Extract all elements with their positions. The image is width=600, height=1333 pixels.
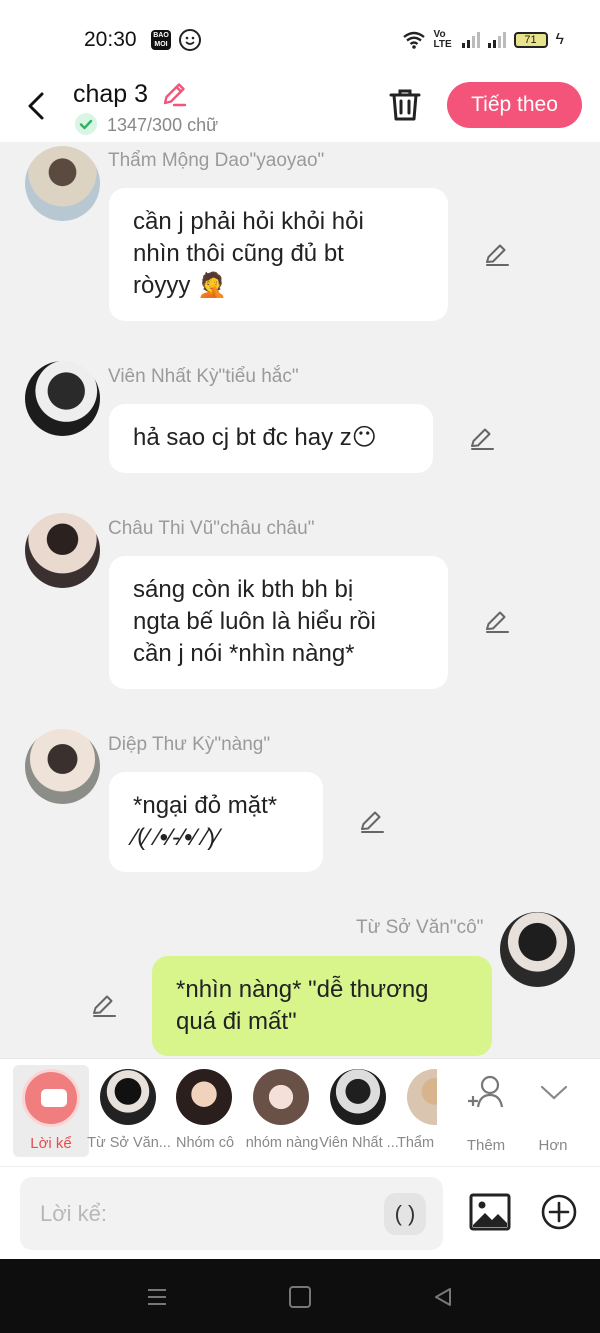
battery-icon: 71 [513,32,548,48]
message-line: sáng còn ik bth bh bị [133,576,354,603]
message-line: ngta bế luôn là hiểu rồi [133,608,376,635]
edit-message-icon[interactable] [468,425,496,453]
chat-area[interactable]: Thẩm Mộng Dao"yaoyao" cần j phải hỏi khỏ… [0,142,600,1058]
message-line: cần j phải hỏi khỏi hỏi [133,208,364,235]
message-bubble[interactable]: *ngại đỏ mặt* ⁄(⁄ ⁄•⁄-⁄•⁄ ⁄)⁄ [109,772,323,872]
sender-name: Diệp Thư Kỳ"nàng" [108,734,271,755]
word-count: 1347/300 chữ [107,115,219,135]
sender-name: Thẩm Mộng Dao"yaoyao" [108,150,325,171]
smile-icon [179,29,201,51]
narration-tab[interactable]: Lời kể [13,1065,89,1157]
message-line: hả sao cj bt đc hay z😶 [133,424,377,451]
menu-icon[interactable] [146,1286,168,1308]
edit-message-icon[interactable] [358,808,386,836]
character-item[interactable]: Viên Nhất ... [319,1067,399,1159]
message-line: *ngại đỏ mặt* [133,792,278,819]
character-item[interactable]: nhóm nàng [243,1067,321,1159]
message-bubble[interactable]: sáng còn ik bth bh bị ngta bế luôn là hi… [109,556,448,689]
add-label: Thêm [466,1137,506,1154]
character-avatar [176,1069,232,1125]
chevron-down-icon [540,1085,568,1100]
edit-message-icon[interactable] [483,241,511,269]
sender-name: Viên Nhất Kỳ"tiểu hắc" [108,366,299,387]
message-line: quá đi mất" [176,1008,297,1035]
check-icon [75,113,97,135]
edit-message-icon[interactable] [90,992,118,1020]
message-line: *nhìn nàng* "dễ thương [176,976,429,1003]
more-label: Hơn [538,1137,568,1154]
character-item[interactable]: Từ Sở Văn... [87,1067,171,1159]
avatar[interactable] [25,361,100,436]
volte-icon: Vo LTE [433,29,452,50]
message-line: ròyyy 🤦 [133,272,227,299]
avatar[interactable] [25,729,100,804]
editor-header: chap 3 1347/300 chữ Tiếp theo [0,80,600,142]
image-icon[interactable] [469,1193,511,1231]
status-bar: 20:30 BAO MOI Vo LTE 71 ϟ [0,0,600,80]
next-button[interactable]: Tiếp theo [447,82,582,128]
narration-icon [22,1069,80,1127]
signal-icon-2 [487,32,506,48]
input-bar: ( ) [0,1166,600,1259]
character-avatar [100,1069,156,1125]
parentheses-button[interactable]: ( ) [384,1193,426,1235]
message-bubble[interactable]: *nhìn nàng* "dễ thương quá đi mất" [152,956,492,1056]
character-name: Viên Nhất ... [319,1135,399,1151]
character-item[interactable]: Nhóm cô [166,1067,244,1159]
character-avatar [330,1069,386,1125]
avatar[interactable] [25,513,100,588]
message-bubble[interactable]: cần j phải hỏi khỏi hỏi nhìn thôi cũng đ… [109,188,448,321]
add-user-icon [468,1075,504,1108]
character-name: Từ Sở Văn... [87,1135,171,1151]
character-avatar [407,1069,437,1125]
home-icon[interactable] [289,1286,311,1308]
nav-back-icon[interactable] [432,1286,454,1308]
sender-name: Từ Sở Văn"cô" [356,917,484,938]
message-line: ⁄(⁄ ⁄•⁄-⁄•⁄ ⁄)⁄ [133,824,220,851]
status-time: 20:30 [84,28,137,51]
character-bar: Lời kể Từ Sở Văn... Nhóm cô nhóm nàng Vi… [0,1058,600,1166]
edit-message-icon[interactable] [483,608,511,636]
sender-name: Châu Thi Vũ"châu châu" [108,518,315,539]
character-name: Nhóm cô [175,1135,235,1151]
plus-circle-icon[interactable] [540,1193,578,1231]
character-name: Thẩm [397,1135,435,1151]
narration-input[interactable] [20,1177,443,1250]
add-character-button[interactable]: Thêm [456,1069,516,1155]
chapter-title: chap 3 [73,80,149,108]
edit-title-icon[interactable] [160,80,188,108]
narration-label: Lời kể [30,1135,72,1152]
status-right-icons: Vo LTE 71 ϟ [402,28,564,52]
signal-icon-1 [461,32,480,48]
avatar[interactable] [25,146,100,221]
baomoi-icon: BAO MOI [151,30,171,50]
message-line: cần j nói *nhìn nàng* [133,640,355,667]
wifi-icon [402,31,425,49]
more-button[interactable]: Hơn [523,1069,583,1155]
character-item[interactable]: Thẩm [397,1067,437,1159]
character-name: nhóm nàng [245,1135,319,1151]
message-line: nhìn thôi cũng đủ bt [133,240,344,267]
charging-icon: ϟ [555,31,564,48]
back-icon[interactable] [22,88,52,124]
message-bubble[interactable]: hả sao cj bt đc hay z😶 [109,404,433,473]
character-avatar [253,1069,309,1125]
avatar[interactable] [500,912,575,987]
system-nav-bar [0,1259,600,1333]
trash-icon[interactable] [388,87,422,123]
